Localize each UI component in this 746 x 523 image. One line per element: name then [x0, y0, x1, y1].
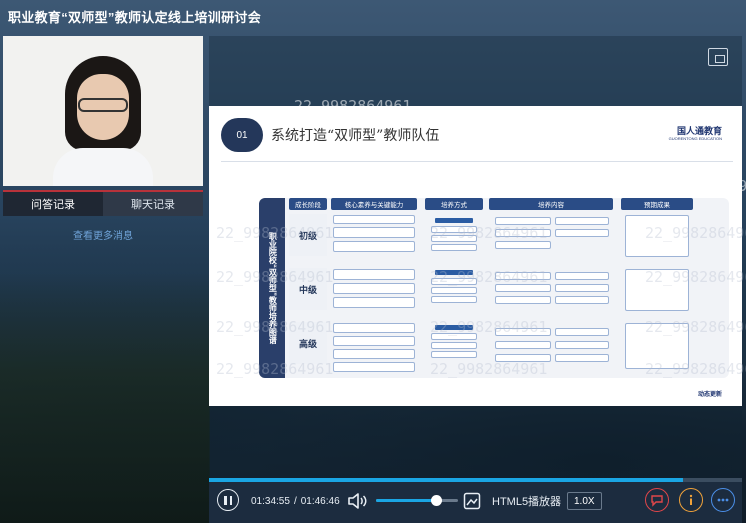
slide-content: 01 系统打造“双师型”教师队伍 国人通教育 GUORENTONG EDUCAT…: [209, 106, 742, 406]
map-cell: [625, 269, 689, 311]
col-head-content: 培养内容: [489, 198, 613, 210]
map-cell: [431, 278, 477, 285]
map-cell: [495, 341, 551, 349]
level-middle: 中级: [289, 268, 327, 310]
map-cell: [333, 349, 415, 359]
video-player[interactable]: 01 系统打造“双师型”教师队伍 国人通教育 GUORENTONG EDUCAT…: [209, 36, 742, 478]
progress-fill: [209, 478, 683, 482]
map-cell: [333, 283, 415, 294]
map-cell: [555, 341, 609, 349]
map-tag: [435, 270, 473, 275]
volume-icon[interactable]: [347, 491, 367, 511]
slide-logo-sub: GUORENTONG EDUCATION: [668, 136, 722, 141]
map-cell: [495, 328, 551, 336]
volume-fill: [376, 499, 437, 502]
map-cell: [431, 296, 477, 303]
map-cell: [333, 227, 415, 238]
map-cell: [431, 342, 477, 349]
map-cell: [333, 241, 415, 252]
presenter-avatar: [53, 56, 153, 186]
more-options-icon[interactable]: [711, 488, 735, 512]
map-cell: [333, 215, 415, 224]
map-cell: [555, 284, 609, 292]
map-tag: [435, 218, 473, 223]
page-title: 职业教育“双师型”教师认定线上培训研讨会: [8, 10, 262, 25]
presenter-video: [3, 36, 203, 186]
picture-in-picture-icon[interactable]: [708, 48, 728, 66]
total-time: 01:46:46: [300, 495, 340, 507]
screenshot-icon[interactable]: [463, 491, 481, 511]
map-cell: [431, 235, 477, 242]
col-head-ability: 核心素养与关键能力: [331, 198, 417, 210]
map-cell: [555, 328, 609, 336]
map-cell: [431, 333, 477, 340]
playback-rate-button[interactable]: 1.0X: [567, 492, 602, 510]
time-display: 01:34:55 / 01:46:46: [251, 491, 340, 511]
progress-bar[interactable]: [209, 478, 742, 482]
slide-footer: 动态更新: [698, 389, 722, 398]
map-cell: [495, 284, 551, 292]
pause-button[interactable]: [217, 489, 239, 511]
map-cell: [625, 323, 689, 369]
chat-tabs: 问答记录 聊天记录: [3, 190, 203, 216]
volume-slider[interactable]: [376, 495, 458, 506]
map-cell: [495, 296, 551, 304]
map-cell: [495, 272, 551, 280]
col-head-method: 培养方式: [425, 198, 483, 210]
map-cell: [495, 229, 551, 237]
player-label: HTML5播放器: [492, 496, 562, 508]
view-more-messages-link[interactable]: 查看更多消息: [3, 227, 203, 242]
tab-qa-records[interactable]: 问答记录: [3, 192, 103, 216]
slide-number: 01: [221, 118, 263, 152]
map-cell: [555, 229, 609, 237]
map-cell: [431, 287, 477, 294]
level-senior: 高级: [289, 322, 327, 364]
map-cell: [431, 226, 477, 233]
map-cell: [555, 354, 609, 362]
map-cell: [555, 296, 609, 304]
map-cell: [495, 217, 551, 225]
map-cell: [333, 297, 415, 308]
map-cell: [333, 269, 415, 280]
map-tag: [435, 325, 473, 330]
map-cell: [333, 323, 415, 333]
map-cell: [555, 217, 609, 225]
qa-icon[interactable]: [645, 488, 669, 512]
tab-chat-records[interactable]: 聊天记录: [103, 192, 203, 216]
map-cell: [333, 362, 415, 372]
map-cell: [495, 241, 551, 249]
map-left-title: 职业院校“双师型”教师培养图谱: [259, 198, 285, 378]
map-cell: [495, 354, 551, 362]
slide-title: 系统打造“双师型”教师队伍: [271, 128, 440, 144]
map-cell: [555, 272, 609, 280]
map-cell: [431, 244, 477, 251]
col-head-result: 预期成果: [621, 198, 693, 210]
info-icon[interactable]: [679, 488, 703, 512]
time-separator: /: [293, 495, 297, 507]
level-junior: 初级: [289, 214, 327, 256]
slide-footer-brand: 动态更新: [697, 392, 722, 398]
volume-knob[interactable]: [431, 495, 443, 506]
map-cell: [333, 336, 415, 346]
training-map: 职业院校“双师型”教师培养图谱 成长阶段 核心素养与关键能力 培养方式 培养内容…: [259, 198, 729, 378]
map-cell: [431, 351, 477, 358]
current-time: 01:34:55: [251, 495, 290, 507]
player-controls: 01:34:55 / 01:46:46 HTML5播放器 1.0X: [209, 478, 742, 523]
background-trees: [0, 273, 210, 523]
col-head-stage: 成长阶段: [289, 198, 327, 210]
map-cell: [625, 215, 689, 257]
